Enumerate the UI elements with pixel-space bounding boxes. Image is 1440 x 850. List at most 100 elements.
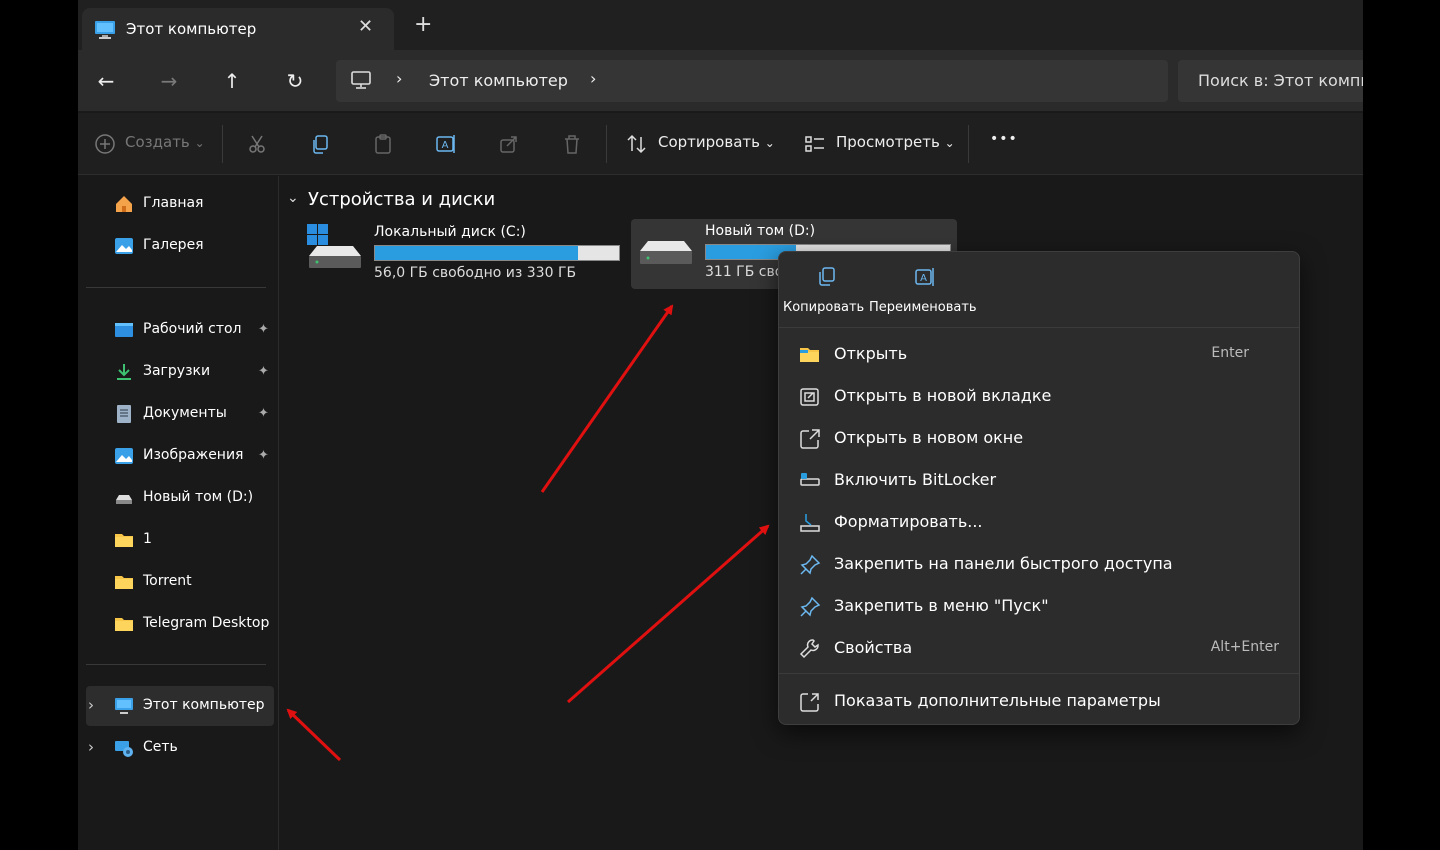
desktop-icon	[115, 323, 133, 337]
toolbar-divider	[222, 125, 223, 163]
drive-free-space: 56,0 ГБ свободно из 330 ГБ	[374, 265, 577, 281]
drive-c[interactable]: Локальный диск (C:) 56,0 ГБ свободно из …	[301, 219, 623, 289]
cut-icon[interactable]	[246, 133, 268, 155]
menu-divider	[779, 673, 1299, 674]
sidebar-item-telegram[interactable]: Telegram Desktop	[86, 604, 274, 644]
create-button[interactable]: Создать ⌄	[125, 133, 205, 151]
pin-icon: ✦	[258, 406, 269, 421]
chevron-down-icon[interactable]: ⌄	[287, 190, 299, 206]
share-icon[interactable]	[498, 133, 520, 155]
more-options-button[interactable]: •••	[990, 131, 1018, 147]
sidebar-item-drive-d[interactable]: Новый том (D:)	[86, 478, 274, 518]
sidebar-item-this-pc[interactable]: › Этот компьютер	[86, 686, 274, 726]
menu-item-pin-quick-access[interactable]: Закрепить на панели быстрого доступа	[779, 543, 1299, 585]
new-tab-button[interactable]: +	[414, 14, 432, 36]
view-button[interactable]: Просмотреть ⌄	[836, 133, 955, 151]
up-button[interactable]: ↑	[217, 66, 247, 96]
pictures-icon	[115, 448, 133, 464]
breadcrumb-separator[interactable]: ›	[396, 69, 402, 88]
sidebar-item-label: Главная	[143, 195, 204, 211]
tab-this-pc[interactable]: Этот компьютер ✕	[82, 8, 394, 50]
rename-icon[interactable]: A	[435, 133, 457, 155]
sidebar-item-gallery[interactable]: Галерея	[86, 226, 274, 266]
sidebar-item-torrent[interactable]: Torrent	[86, 562, 274, 602]
plus-circle-icon	[95, 134, 115, 154]
create-label: Создать	[125, 133, 190, 151]
sidebar-item-label: Сеть	[143, 739, 178, 755]
sidebar-item-label: Галерея	[143, 237, 204, 253]
menu-item-open[interactable]: Открыть Enter	[779, 333, 1299, 375]
menu-item-bitlocker[interactable]: Включить BitLocker	[779, 459, 1299, 501]
close-tab-icon[interactable]: ✕	[358, 16, 373, 37]
menu-item-label: Свойства	[834, 638, 913, 657]
menu-item-label: Показать дополнительные параметры	[834, 691, 1161, 710]
search-box[interactable]: Поиск в: Этот компьютер	[1178, 60, 1363, 102]
wrench-icon	[799, 639, 819, 659]
address-bar[interactable]: › Этот компьютер ›	[336, 60, 1168, 102]
sidebar-item-network[interactable]: › Сеть	[86, 728, 274, 768]
menu-item-pin-start[interactable]: Закрепить в меню "Пуск"	[779, 585, 1299, 627]
rename-label: Переименовать	[869, 300, 977, 315]
sidebar-item-documents[interactable]: Документы ✦	[86, 394, 274, 434]
view-icon	[805, 136, 824, 152]
sidebar-item-label: 1	[143, 531, 152, 547]
drive-usage-bar	[374, 245, 620, 261]
sidebar-item-home[interactable]: Главная	[86, 184, 274, 224]
menu-item-label: Открыть	[834, 344, 908, 363]
copy-icon	[819, 267, 835, 286]
breadcrumb-item[interactable]: Этот компьютер	[429, 71, 568, 90]
home-icon	[116, 196, 132, 212]
title-bar: Этот компьютер ✕ +	[78, 0, 1363, 50]
chevron-down-icon: ⌄	[764, 136, 775, 150]
folder-icon	[115, 534, 133, 547]
sort-icon	[627, 134, 646, 154]
paste-icon[interactable]	[372, 133, 394, 155]
copy-label: Копировать	[783, 300, 865, 315]
delete-icon[interactable]	[561, 133, 583, 155]
rename-button[interactable]: A Переименовать	[869, 252, 985, 328]
menu-item-shortcut: Enter	[1211, 345, 1249, 361]
menu-item-label: Открыть в новой вкладке	[834, 386, 1052, 405]
pin-icon: ✦	[258, 364, 269, 379]
sidebar-item-downloads[interactable]: Загрузки ✦	[86, 352, 274, 392]
documents-icon	[117, 405, 131, 423]
pin-start-icon	[800, 596, 821, 617]
svg-text:A: A	[920, 273, 927, 284]
menu-item-open-new-window[interactable]: Открыть в новом окне	[779, 417, 1299, 459]
menu-item-format[interactable]: Форматировать...	[779, 501, 1299, 543]
pin-icon	[800, 554, 821, 575]
sidebar-item-pictures[interactable]: Изображения ✦	[86, 436, 274, 476]
drive-icon	[116, 495, 132, 504]
sidebar-item-label: Torrent	[143, 573, 192, 589]
sidebar-item-folder-1[interactable]: 1	[86, 520, 274, 560]
back-button[interactable]: ←	[91, 66, 121, 96]
tab-title: Этот компьютер	[126, 20, 257, 38]
drive-icon	[640, 241, 692, 264]
navigation-pane: Главная Галерея Рабочий стол ✦ Загрузки …	[78, 176, 278, 850]
gallery-icon	[115, 238, 133, 254]
folder-icon	[115, 618, 133, 631]
menu-item-more-options[interactable]: Показать дополнительные параметры	[779, 680, 1299, 722]
copy-icon[interactable]	[309, 133, 331, 155]
sidebar-item-desktop[interactable]: Рабочий стол ✦	[86, 310, 274, 350]
context-menu: Копировать A Переименовать Открыть Enter…	[778, 251, 1300, 725]
sidebar-item-label: Загрузки	[143, 363, 211, 379]
rename-icon: A	[915, 268, 934, 286]
windows-drive-icon	[307, 224, 361, 268]
sort-button[interactable]: Сортировать ⌄	[658, 133, 775, 151]
download-icon	[117, 364, 131, 380]
refresh-button[interactable]: ↻	[280, 66, 310, 96]
sidebar-item-label: Рабочий стол	[143, 321, 242, 337]
menu-item-label: Закрепить в меню "Пуск"	[834, 596, 1049, 615]
menu-item-properties[interactable]: Свойства Alt+Enter	[779, 627, 1299, 669]
copy-button[interactable]: Копировать	[783, 252, 869, 328]
breadcrumb-separator[interactable]: ›	[590, 69, 596, 88]
toolbar-divider	[606, 125, 607, 163]
chevron-right-icon[interactable]: ›	[88, 738, 94, 756]
menu-item-open-new-tab[interactable]: Открыть в новой вкладке	[779, 375, 1299, 417]
sidebar-divider	[86, 287, 266, 288]
monitor-icon	[351, 71, 371, 89]
network-icon	[115, 741, 133, 757]
chevron-right-icon[interactable]: ›	[88, 696, 94, 714]
forward-button[interactable]: →	[154, 66, 184, 96]
